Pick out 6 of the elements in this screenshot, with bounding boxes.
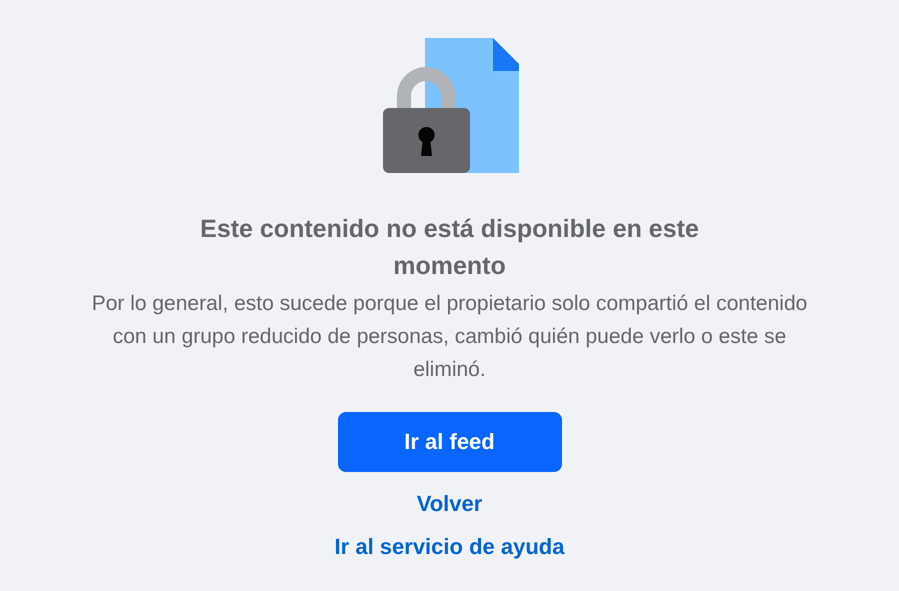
page-title: Este contenido no está disponible en este momento bbox=[199, 214, 700, 282]
locked-document-icon bbox=[382, 38, 518, 173]
go-to-feed-button[interactable]: Ir al feed bbox=[338, 412, 562, 472]
link[interactable]: Ir al servicio de ayuda bbox=[334, 534, 564, 560]
explanation-text: Por lo general, esto sucede porque el propietario solo compartió el contenido con un grupo reducido de personas, cambió quién puede verlo o este se eliminó. bbox=[90, 291, 808, 383]
link[interactable]: Volver bbox=[416, 491, 482, 517]
